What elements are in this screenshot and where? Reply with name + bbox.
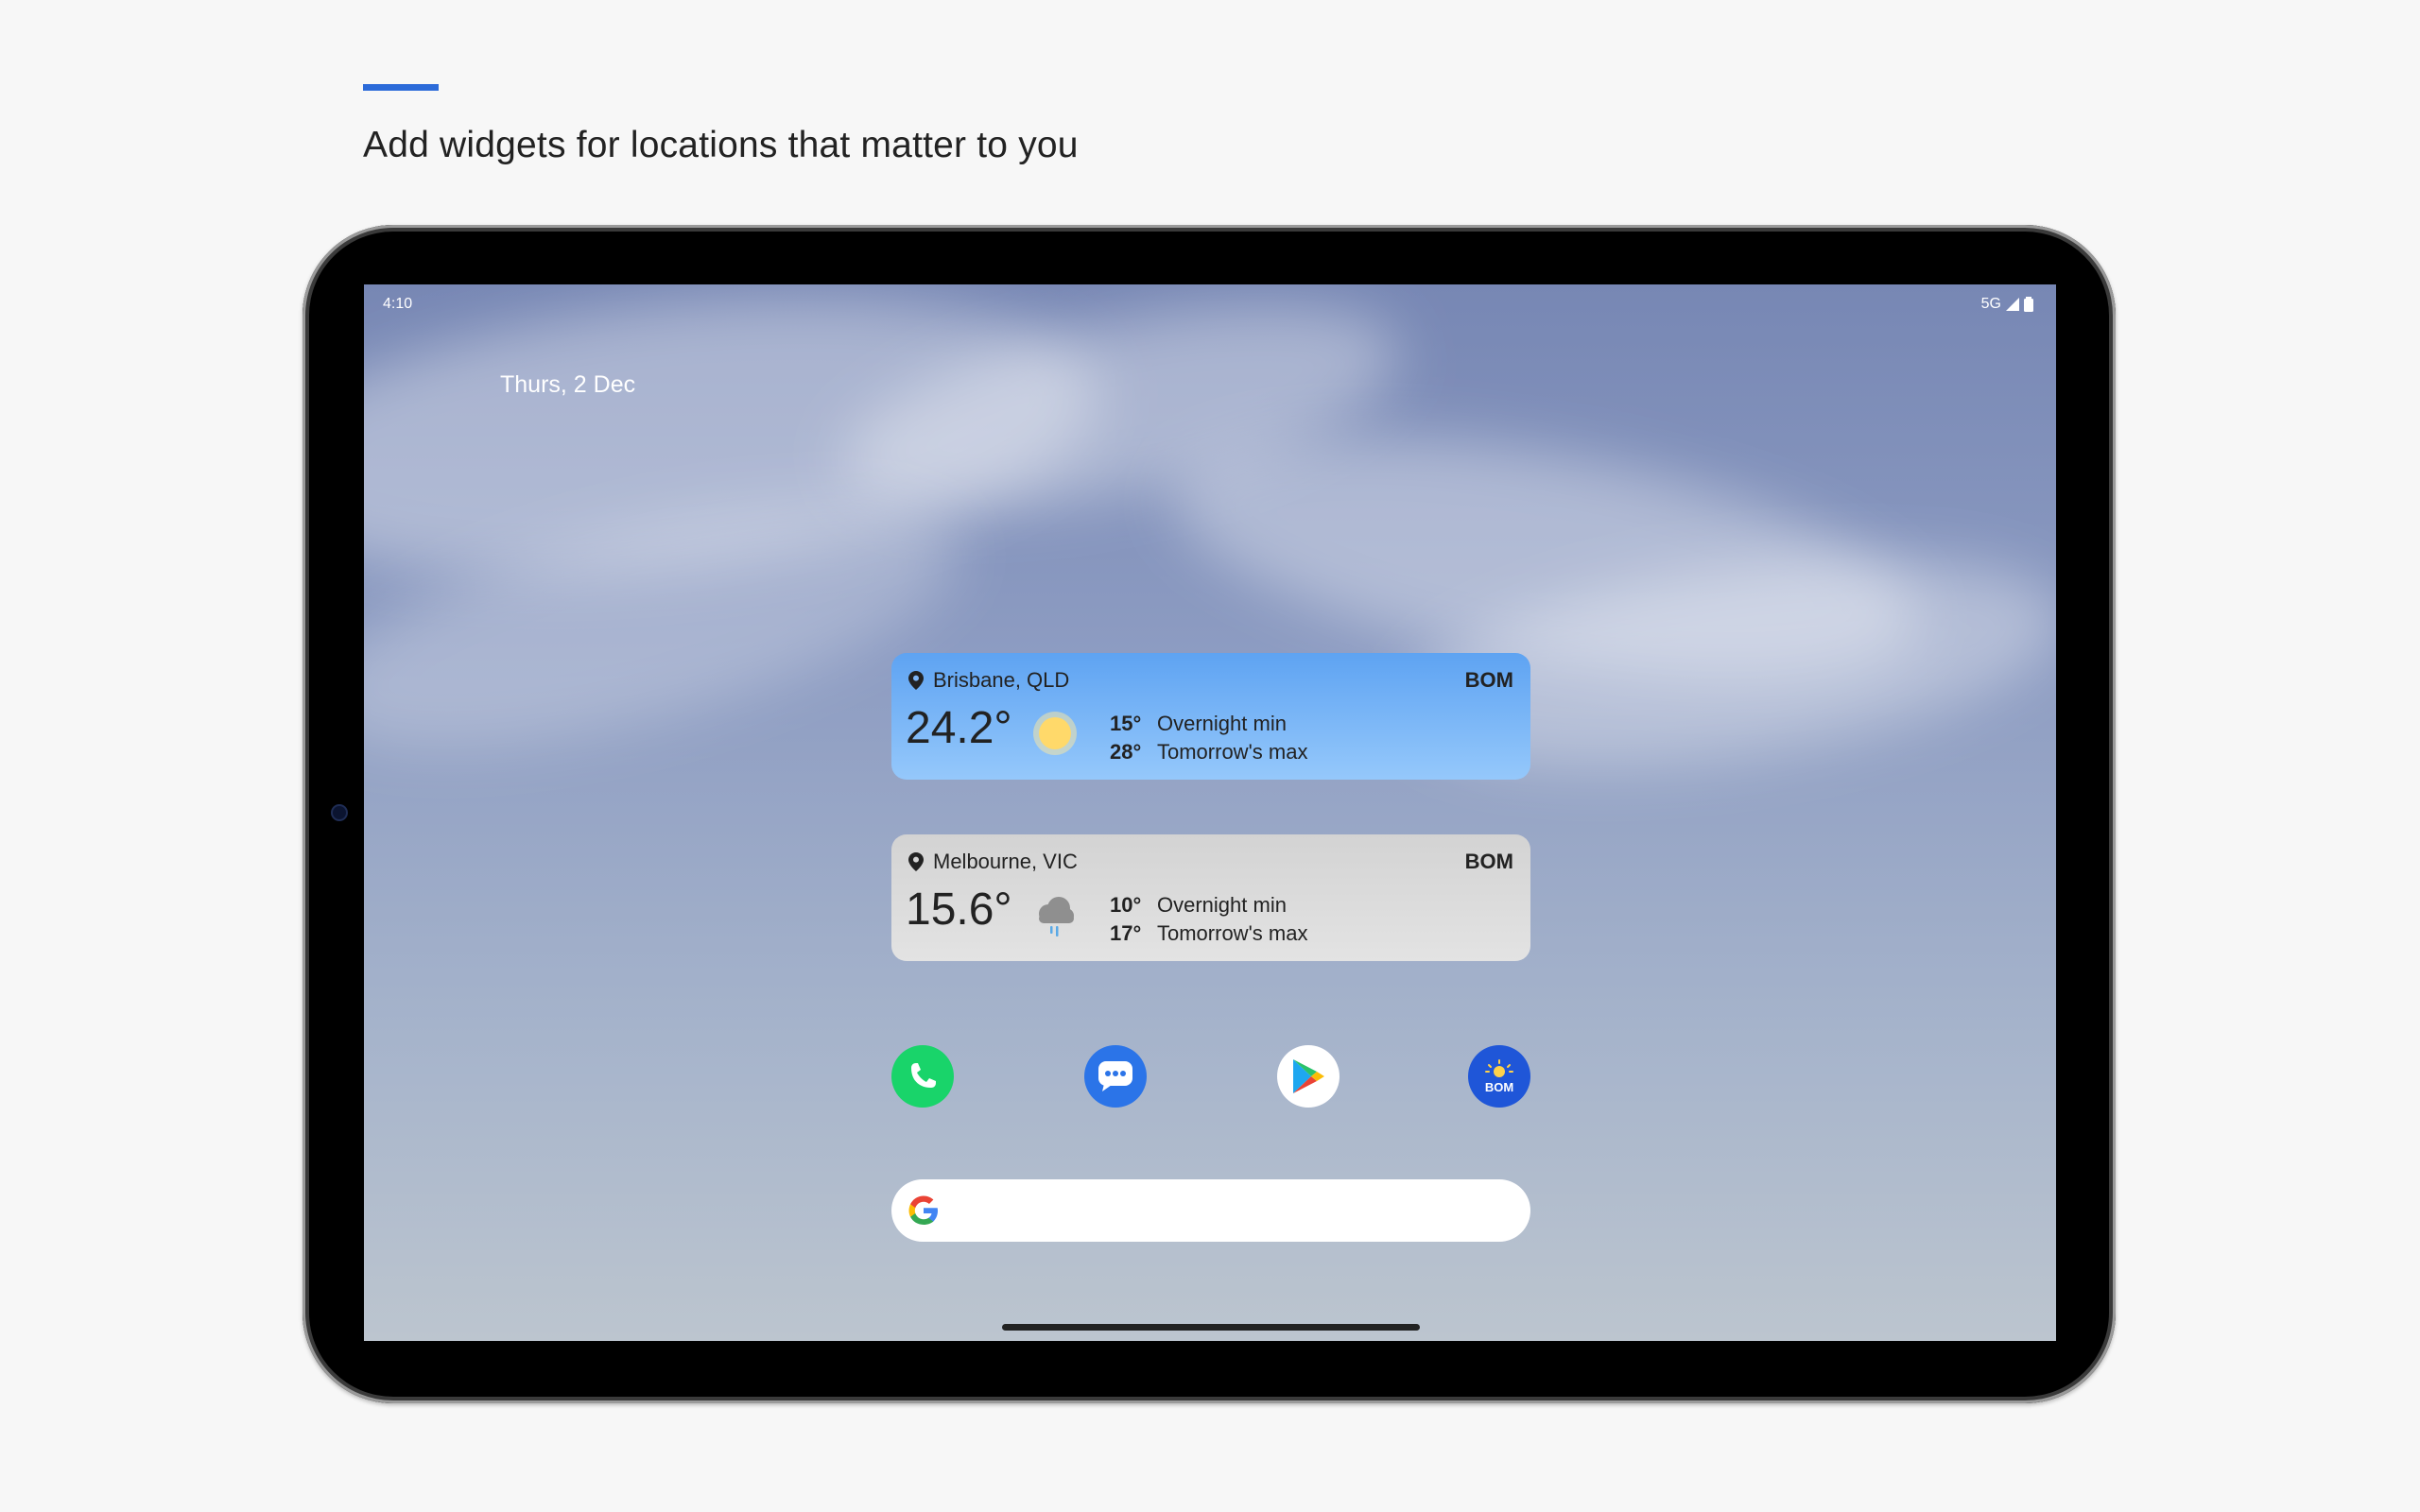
signal-icon [2006,298,2019,311]
widget-current-temp: 15.6° [906,885,1012,935]
widget-location: Melbourne, VIC [908,850,1078,874]
min-label: Overnight min [1157,712,1287,735]
weather-widget-brisbane[interactable]: Brisbane, QLD BOM 24.2° 15° Overnight mi… [891,653,1530,780]
max-temp: 28° [1110,740,1142,764]
phone-app[interactable] [891,1045,954,1108]
rain-cloud-icon [1039,897,1074,936]
google-g-icon [908,1195,938,1225]
widget-location: Brisbane, QLD [908,668,1069,693]
max-temp: 17° [1110,921,1142,945]
page-headline: Add widgets for locations that matter to… [363,125,1079,165]
bom-app-label: BOM [1484,1079,1514,1094]
widget-source: BOM [1464,850,1513,873]
messages-icon [1098,1061,1132,1091]
widget-forecast: 15° Overnight min 28° Tomorrow's max [1110,710,1307,766]
sun-icon [1033,712,1077,755]
status-icons: 5G [1981,296,2033,313]
home-screen: 4:10 5G Thurs, 2 Dec Brisbane, QLD BOM 2… [364,284,2056,1341]
widget-source: BOM [1464,668,1513,692]
status-time: 4:10 [383,296,413,312]
widget-current-temp: 24.2° [906,703,1012,753]
app-dock: BOM [891,1045,1530,1108]
location-pin-icon [908,671,924,690]
overnight-min-row: 15° Overnight min [1110,710,1307,738]
front-camera [333,806,346,819]
weather-widget-melbourne[interactable]: Melbourne, VIC BOM 15.6° 10° Overnight m… [891,834,1530,961]
phone-icon [911,1063,936,1088]
bom-app[interactable]: BOM [1468,1045,1530,1108]
tablet-device: 4:10 5G Thurs, 2 Dec Brisbane, QLD BOM 2… [302,225,2116,1403]
messages-app[interactable] [1084,1045,1147,1108]
overnight-min-row: 10° Overnight min [1110,891,1307,919]
google-search-bar[interactable] [891,1179,1530,1242]
tomorrow-max-row: 28° Tomorrow's max [1110,738,1307,766]
max-label: Tomorrow's max [1157,921,1308,945]
play-store-icon [1293,1059,1324,1093]
min-temp: 15° [1110,712,1142,735]
play-store-app[interactable] [1277,1045,1340,1108]
battery-icon [2024,297,2033,312]
tomorrow-max-row: 17° Tomorrow's max [1110,919,1307,948]
widget-forecast: 10° Overnight min 17° Tomorrow's max [1110,891,1307,948]
max-label: Tomorrow's max [1157,740,1308,764]
min-temp: 10° [1110,893,1142,917]
accent-bar [363,84,439,91]
home-date[interactable]: Thurs, 2 Dec [500,371,635,399]
widget-location-label: Melbourne, VIC [933,850,1078,873]
widget-location-label: Brisbane, QLD [933,668,1070,692]
gesture-nav-bar[interactable] [1002,1324,1420,1331]
network-label: 5G [1980,296,2001,312]
min-label: Overnight min [1157,893,1287,917]
location-pin-icon [908,852,924,871]
bom-weather-icon [1485,1058,1513,1077]
